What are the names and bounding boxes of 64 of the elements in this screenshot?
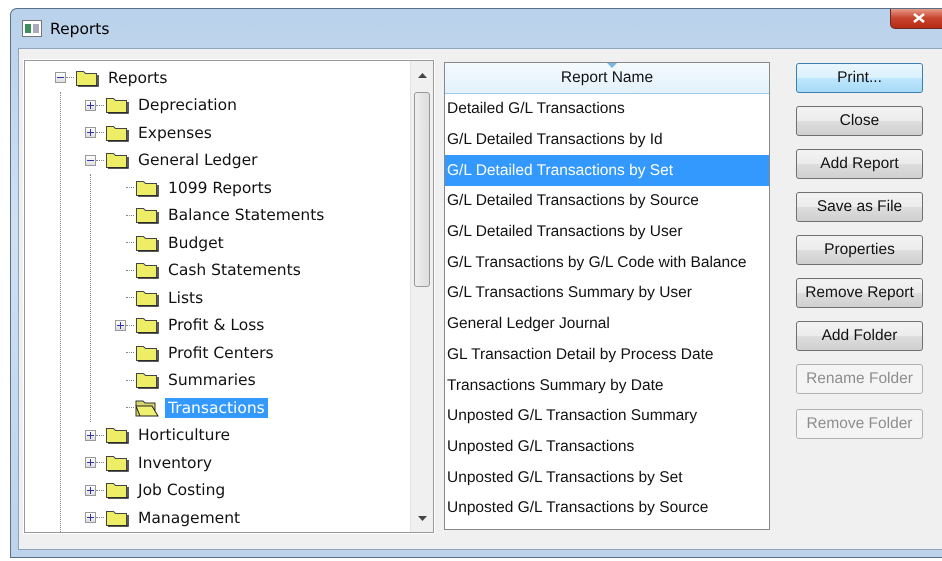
scroll-down-icon[interactable] <box>418 516 426 520</box>
window-title: Reports <box>50 20 110 38</box>
expand-icon[interactable] <box>85 100 96 111</box>
tree-item[interactable]: Horticulture <box>135 425 234 446</box>
action-button[interactable]: Add Folder <box>796 321 923 351</box>
report-row[interactable]: G/L Transactions by G/L Code with Balance <box>445 247 769 278</box>
tree-item[interactable]: Summaries <box>165 370 259 390</box>
close-button[interactable] <box>890 9 942 29</box>
report-row[interactable]: Unposted G/L Transactions <box>445 432 769 462</box>
action-button[interactable]: Save as File <box>796 192 923 222</box>
folder-icon <box>135 260 159 280</box>
report-row[interactable]: G/L Detailed Transactions by Id <box>445 124 769 156</box>
action-button[interactable]: Close <box>796 106 923 136</box>
open-folder-icon <box>135 398 159 418</box>
expand-icon[interactable] <box>85 457 96 468</box>
tree-item[interactable]: Budget <box>165 232 227 253</box>
action-button[interactable]: Properties <box>796 235 923 265</box>
column-header[interactable]: Report Name <box>445 63 769 94</box>
report-row[interactable]: General Ledger Journal <box>445 308 769 340</box>
close-icon[interactable] <box>913 13 925 23</box>
report-row[interactable]: G/L Transactions Summary by User <box>445 278 769 309</box>
tree-item[interactable]: General Ledger <box>135 150 260 170</box>
tree-item[interactable]: Expenses <box>135 122 215 143</box>
tree-item[interactable]: Profit & Loss <box>165 315 268 336</box>
action-button[interactable]: Remove Report <box>796 278 923 308</box>
tree-item[interactable]: 1099 Reports <box>165 178 275 198</box>
tree-item[interactable]: Lists <box>165 288 206 308</box>
report-row[interactable]: Unposted G/L Transaction Summary <box>445 400 769 432</box>
folder-icon <box>135 370 159 390</box>
expand-icon[interactable] <box>115 320 126 331</box>
collapse-icon[interactable] <box>55 72 66 84</box>
collapse-icon[interactable] <box>85 154 96 166</box>
folder-icon <box>135 205 159 226</box>
report-row[interactable]: Detailed G/L Transactions <box>445 94 769 125</box>
folder-icon <box>105 150 129 170</box>
expand-icon[interactable] <box>85 430 96 441</box>
window-icon <box>22 20 42 37</box>
folder-icon <box>105 95 129 116</box>
expand-icon[interactable] <box>85 512 96 524</box>
tree-item[interactable]: Depreciation <box>135 95 240 116</box>
report-row[interactable]: G/L Detailed Transactions by Source <box>445 186 769 217</box>
report-row[interactable]: Unposted G/L Transactions by Set <box>445 462 769 493</box>
vertical-scrollbar[interactable] <box>410 61 433 532</box>
report-row[interactable]: Unposted G/L Transactions by Source <box>445 492 769 524</box>
sort-arrow-icon <box>607 63 617 68</box>
scroll-thumb[interactable] <box>414 92 430 287</box>
action-button[interactable]: Add Report <box>796 149 923 179</box>
report-row[interactable]: Transactions Summary by Date <box>445 370 769 401</box>
tree-item[interactable]: Profit Centers <box>165 342 277 363</box>
report-row[interactable]: G/L Detailed Transactions by User <box>445 216 769 248</box>
scroll-up-icon[interactable] <box>418 72 426 78</box>
tree-item[interactable]: Balance Statements <box>165 205 328 226</box>
folder-icon <box>105 425 129 446</box>
expand-icon[interactable] <box>85 127 96 138</box>
tree-item[interactable]: Inventory <box>135 452 216 473</box>
action-button[interactable]: Print... <box>796 63 923 93</box>
tree-item[interactable]: Reports <box>105 68 170 88</box>
tree-item[interactable]: Job Costing <box>135 480 228 500</box>
tree-item[interactable]: Management <box>135 508 244 528</box>
folder-icon <box>135 315 159 336</box>
folder-icon <box>105 480 129 500</box>
report-row[interactable]: GL Transaction Detail by Process Date <box>445 340 769 370</box>
tree-item[interactable]: Cash Statements <box>165 260 304 280</box>
expand-icon[interactable] <box>85 484 96 496</box>
